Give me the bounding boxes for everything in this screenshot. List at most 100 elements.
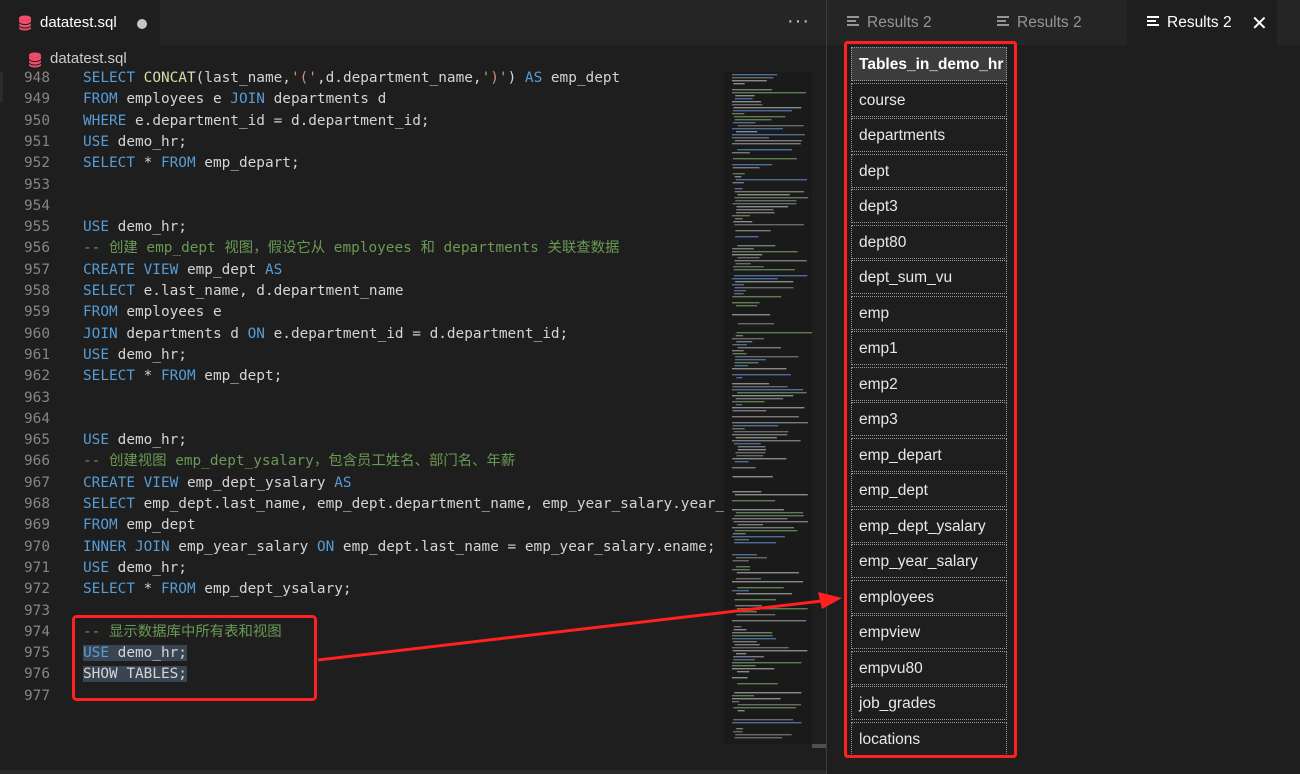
code-line[interactable]: 950 WHERE e.department_id = d.department_… bbox=[0, 111, 724, 132]
more-actions-icon[interactable]: ··· bbox=[787, 10, 810, 33]
code-line[interactable]: 968 SELECT emp_dept.last_name, emp_dept.d… bbox=[0, 494, 724, 515]
code-text: SELECT e.last_name, d.department_name bbox=[83, 283, 404, 299]
line-number: 966 bbox=[24, 453, 50, 470]
tab-label: Results 2 bbox=[867, 14, 932, 31]
tab-results-1[interactable]: Results 2 bbox=[827, 0, 977, 45]
line-number: 956 bbox=[24, 240, 50, 257]
code-line[interactable]: 949 FROM employees e JOIN departments d bbox=[0, 89, 724, 110]
code-line[interactable]: 953 bbox=[0, 175, 724, 196]
line-number: 971 bbox=[24, 559, 50, 576]
table-row[interactable]: emp1 bbox=[851, 331, 1007, 366]
unsaved-dot-icon[interactable] bbox=[137, 19, 147, 29]
code-line[interactable]: 977 bbox=[0, 686, 724, 707]
table-row[interactable]: dept_sum_vu bbox=[851, 260, 1007, 295]
code-line[interactable]: 971 USE demo_hr; bbox=[0, 558, 724, 579]
code-line[interactable]: 975 USE demo_hr; bbox=[0, 643, 724, 664]
table-row[interactable]: employees bbox=[851, 579, 1007, 614]
line-number: 973 bbox=[24, 602, 50, 619]
code-line[interactable]: 959 FROM employees e bbox=[0, 302, 724, 323]
line-number: 974 bbox=[24, 623, 50, 640]
code-line[interactable]: 954 bbox=[0, 196, 724, 217]
code-text: USE demo_hr; bbox=[83, 346, 187, 363]
table-row[interactable]: emp bbox=[851, 295, 1007, 330]
code-line[interactable]: 965 USE demo_hr; bbox=[0, 430, 724, 451]
code-line[interactable]: 970 INNER JOIN emp_year_salary ON emp_dep… bbox=[0, 537, 724, 558]
table-row[interactable]: dept3 bbox=[851, 189, 1007, 224]
table-row[interactable]: emp2 bbox=[851, 366, 1007, 401]
code-text: WHERE e.department_id = d.department_id; bbox=[83, 112, 430, 129]
line-number: 964 bbox=[24, 410, 50, 427]
close-icon[interactable]: ✕ bbox=[1251, 11, 1268, 36]
code-line[interactable]: 974 -- 显示数据库中所有表和视图 bbox=[0, 622, 724, 643]
code-area[interactable]: 948 SELECT CONCAT(last_name,'(',d.departm… bbox=[0, 68, 724, 774]
line-number: 960 bbox=[24, 325, 50, 342]
tab-datatest-sql[interactable]: datatest.sql bbox=[0, 0, 160, 46]
code-text: USE demo_hr; bbox=[83, 219, 187, 236]
code-line[interactable]: 964 bbox=[0, 409, 724, 430]
table-row[interactable]: departments bbox=[851, 118, 1007, 153]
tab-results-3[interactable]: Results 2 ✕ bbox=[1127, 0, 1277, 45]
code-line[interactable]: 960 JOIN departments d ON e.department_id… bbox=[0, 324, 724, 345]
code-line[interactable]: 957 CREATE VIEW emp_dept AS bbox=[0, 260, 724, 281]
table-row[interactable]: job_grades bbox=[851, 686, 1007, 721]
code-text: USE demo_hr; bbox=[83, 559, 187, 576]
table-row[interactable]: dept bbox=[851, 153, 1007, 188]
code-text: -- 创建 emp_dept 视图，假设它从 employees 和 depar… bbox=[83, 240, 620, 257]
code-line[interactable]: 955 USE demo_hr; bbox=[0, 217, 724, 238]
table-row[interactable]: locations bbox=[851, 721, 1007, 756]
line-number: 967 bbox=[24, 474, 50, 491]
code-line[interactable]: 973 bbox=[0, 601, 724, 622]
tab-label: Results 2 bbox=[1017, 14, 1082, 31]
code-line[interactable]: 951 USE demo_hr; bbox=[0, 132, 724, 153]
horizontal-scrollbar[interactable] bbox=[0, 770, 826, 774]
line-number: 972 bbox=[24, 581, 50, 598]
table-row[interactable]: emp_depart bbox=[851, 437, 1007, 472]
code-line[interactable]: 948 SELECT CONCAT(last_name,'(',d.departm… bbox=[0, 68, 724, 89]
line-number: 958 bbox=[24, 283, 50, 299]
table-row[interactable]: empvu80 bbox=[851, 650, 1007, 685]
code-text: SELECT * FROM emp_dept; bbox=[83, 368, 283, 385]
code-text: SELECT * FROM emp_dept_ysalary; bbox=[83, 581, 352, 598]
tab-results-2[interactable]: Results 2 bbox=[977, 0, 1127, 45]
editor-tab-bar: datatest.sql ··· bbox=[0, 0, 826, 46]
breadcrumb-file[interactable]: datatest.sql bbox=[50, 50, 127, 67]
list-icon bbox=[1147, 16, 1159, 27]
table-row[interactable]: emp3 bbox=[851, 402, 1007, 437]
column-header[interactable]: Tables_in_demo_hr bbox=[851, 47, 1007, 82]
code-line[interactable]: 962 SELECT * FROM emp_dept; bbox=[0, 366, 724, 387]
table-row[interactable]: emp_year_salary bbox=[851, 544, 1007, 579]
line-number: 951 bbox=[24, 133, 50, 150]
code-text: JOIN departments d ON e.department_id = … bbox=[83, 325, 569, 342]
database-icon bbox=[18, 15, 32, 35]
code-text: FROM employees e JOIN departments d bbox=[83, 91, 387, 108]
table-row[interactable]: emp_dept_ysalary bbox=[851, 508, 1007, 543]
scrollbar-thumb[interactable] bbox=[812, 744, 826, 748]
line-number: 963 bbox=[24, 389, 50, 406]
code-line[interactable]: 967 CREATE VIEW emp_dept_ysalary AS bbox=[0, 473, 724, 494]
code-line[interactable]: 976 SHOW TABLES; bbox=[0, 664, 724, 685]
code-line[interactable]: 966 -- 创建视图 emp_dept_ysalary，包含员工姓名、部门名、年… bbox=[0, 451, 724, 472]
minimap[interactable] bbox=[724, 72, 812, 744]
code-text: SELECT CONCAT(last_name,'(',d.department… bbox=[83, 70, 621, 86]
line-number: 961 bbox=[24, 346, 50, 363]
code-line[interactable]: 972 SELECT * FROM emp_dept_ysalary; bbox=[0, 579, 724, 600]
code-text: SHOW TABLES; bbox=[83, 666, 187, 683]
results-pane: Results 2 Results 2 Results 2 ✕ Tables_i… bbox=[826, 0, 1300, 774]
code-line[interactable]: 952 SELECT * FROM emp_depart; bbox=[0, 153, 724, 174]
code-text: CREATE VIEW emp_dept AS bbox=[83, 261, 283, 278]
results-tab-bar: Results 2 Results 2 Results 2 ✕ bbox=[827, 0, 1300, 45]
table-row[interactable]: empview bbox=[851, 615, 1007, 650]
table-row[interactable]: course bbox=[851, 82, 1007, 117]
code-line[interactable]: 958 SELECT e.last_name, d.department_name bbox=[0, 281, 724, 302]
table-row[interactable]: emp_dept bbox=[851, 473, 1007, 508]
vertical-scrollbar[interactable] bbox=[812, 72, 826, 744]
table-row[interactable]: dept80 bbox=[851, 224, 1007, 259]
code-line[interactable]: 969 FROM emp_dept bbox=[0, 515, 724, 536]
code-line[interactable]: 963 bbox=[0, 388, 724, 409]
code-text: SELECT * FROM emp_depart; bbox=[83, 155, 300, 172]
code-line[interactable]: 961 USE demo_hr; bbox=[0, 345, 724, 366]
code-line[interactable]: 956 -- 创建 emp_dept 视图，假设它从 employees 和 de… bbox=[0, 238, 724, 259]
code-text: USE demo_hr; bbox=[83, 432, 187, 449]
tab-label: Results 2 bbox=[1167, 14, 1232, 31]
code-text: -- 创建视图 emp_dept_ysalary，包含员工姓名、部门名、年薪 bbox=[83, 453, 516, 470]
